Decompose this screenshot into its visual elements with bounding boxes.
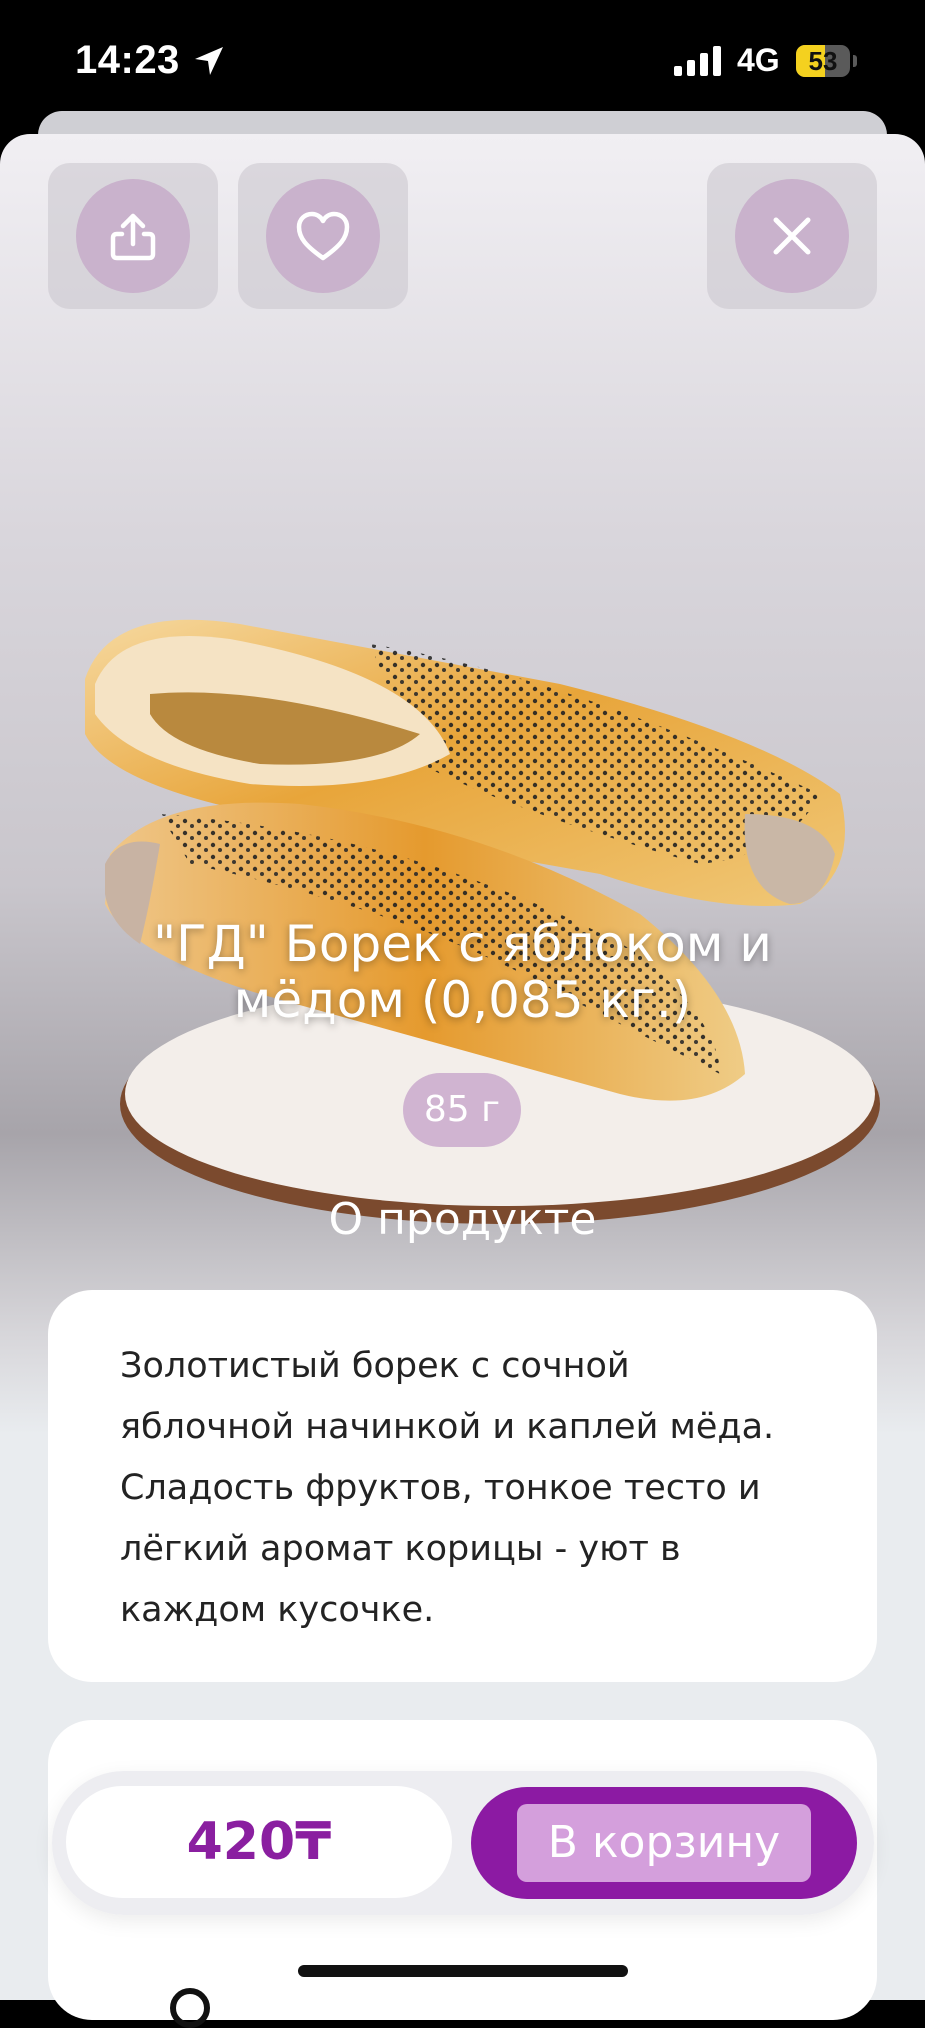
status-time: 14:23 [75,38,180,82]
partial-icon [170,1988,210,2028]
share-button[interactable] [76,179,190,293]
product-title: "ГД" Борек с яблоком и мёдом (0,085 кг.) [153,915,772,1029]
close-icon [773,217,811,255]
favorite-button[interactable] [266,179,380,293]
network-type: 4G [737,42,780,78]
location-arrow-icon [195,47,223,75]
battery-icon: 53 [796,45,850,77]
cellular-signal-icon [674,46,721,76]
battery-percent: 53 [808,46,838,76]
price-display: 420₸ [66,1786,452,1898]
home-indicator[interactable] [298,1965,628,1977]
product-description: Золотистый борек с сочной яблочной начин… [120,1346,775,1630]
section-title: О продукте [328,1194,597,1245]
battery-cap [853,55,857,67]
weight-badge: 85 г [403,1073,521,1147]
heart-icon [296,211,350,261]
favorite-tile [238,163,408,309]
description-card: Золотистый борек с сочной яблочной начин… [48,1290,877,1682]
share-icon [110,213,156,261]
close-tile [707,163,877,309]
add-to-cart-label: В корзину [517,1804,811,1882]
status-bar: 14:23 4G 53 [0,0,925,110]
close-button[interactable] [735,179,849,293]
share-tile [48,163,218,309]
add-to-cart-button[interactable]: В корзину [471,1787,857,1899]
